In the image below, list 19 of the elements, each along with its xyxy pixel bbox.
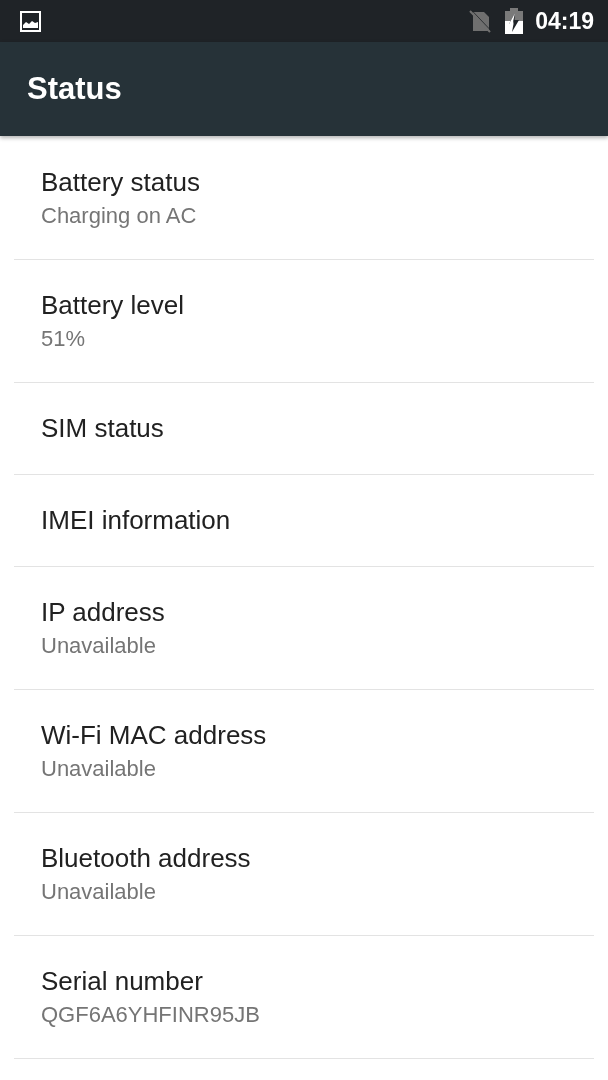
setting-title[interactable]: SIM status xyxy=(41,411,164,446)
setting-title[interactable]: Battery level xyxy=(41,288,185,323)
screen-title: Status xyxy=(27,71,122,107)
setting-title[interactable]: Wi-Fi MAC address xyxy=(41,718,267,753)
setting-title[interactable]: Bluetooth address xyxy=(41,841,251,876)
setting-summary: 51% xyxy=(41,325,86,353)
setting-title[interactable]: IP address xyxy=(41,595,165,630)
setting-summary: QGF6A6YHFINR95JB xyxy=(41,1001,260,1029)
setting-title[interactable]: Serial number xyxy=(41,964,203,999)
clock-time: 04:19 xyxy=(535,8,594,34)
no-sim-icon xyxy=(469,9,492,33)
setting-summary: Unavailable xyxy=(41,878,156,906)
setting-summary: Unavailable xyxy=(41,755,156,783)
image-icon xyxy=(20,10,41,32)
battery-charging-icon xyxy=(505,8,524,34)
setting-summary: Charging on AC xyxy=(41,202,197,230)
setting-title[interactable]: IMEI information xyxy=(41,503,231,538)
setting-summary: Unavailable xyxy=(41,632,156,660)
setting-title[interactable]: Battery status xyxy=(41,165,200,200)
